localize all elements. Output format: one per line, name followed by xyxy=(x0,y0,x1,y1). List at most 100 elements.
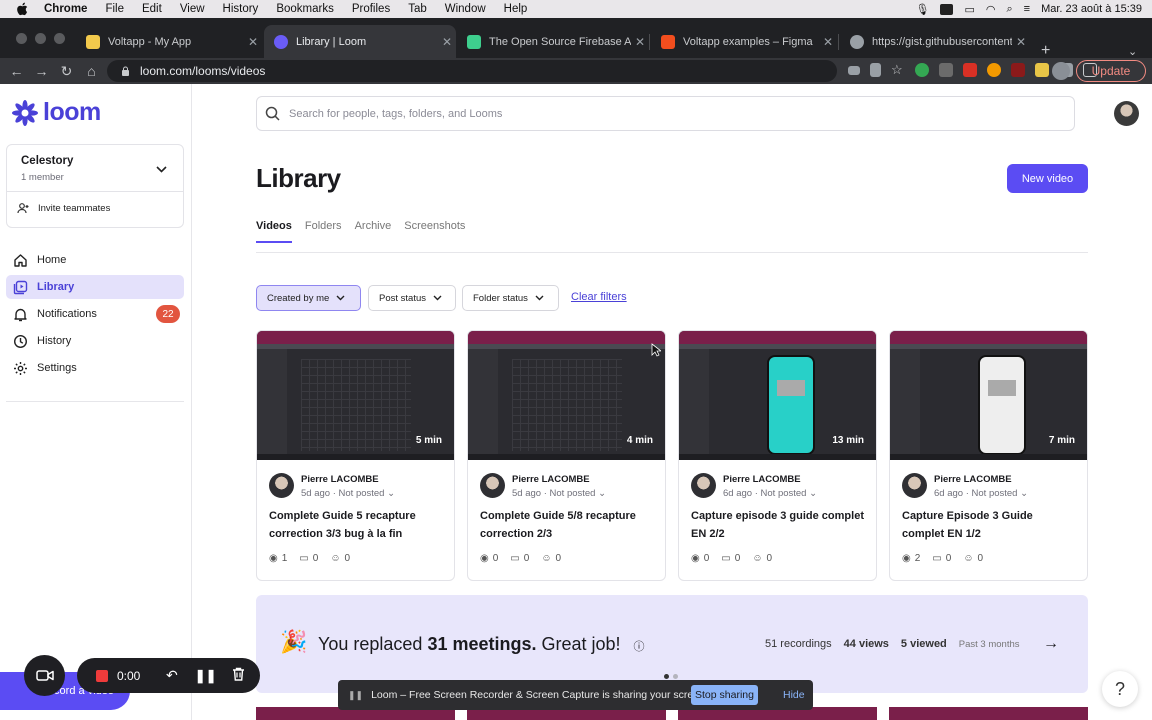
video-card[interactable]: 4 min Pierre LACOMBE 5d ago · Not posted… xyxy=(467,330,666,581)
minimize-window-button[interactable] xyxy=(35,33,46,44)
video-card[interactable]: 5 min Pierre LACOMBE 5d ago · Not posted… xyxy=(256,330,455,581)
video-thumbnail[interactable]: 4 min xyxy=(468,331,665,460)
wifi-icon[interactable]: ◠ xyxy=(986,3,996,16)
filter-folder-status[interactable]: Folder status xyxy=(462,285,559,311)
restart-icon[interactable]: ↶ xyxy=(166,667,178,684)
update-button[interactable]: Update xyxy=(1076,60,1146,82)
close-window-button[interactable] xyxy=(16,33,27,44)
video-thumbnail[interactable]: 13 min xyxy=(679,331,876,460)
menu-file[interactable]: File xyxy=(105,3,124,15)
search-input[interactable]: Search for people, tags, folders, and Lo… xyxy=(256,96,1075,131)
video-title[interactable]: Capture Episode 3 Guide complet EN 1/2 xyxy=(902,507,1078,543)
menubar-clock[interactable]: Mar. 23 août à 15:39 xyxy=(1041,3,1142,15)
apple-icon[interactable] xyxy=(16,2,30,16)
video-card[interactable]: 13 min Pierre LACOMBE 6d ago · Not poste… xyxy=(678,330,877,581)
close-tab-icon[interactable]: ✕ xyxy=(631,35,649,49)
menu-profiles[interactable]: Profiles xyxy=(352,3,390,15)
post-status-dropdown[interactable]: Not posted xyxy=(339,488,385,499)
sidebar-item-notifications[interactable]: Notifications 22 xyxy=(6,302,184,326)
menu-history[interactable]: History xyxy=(223,3,259,15)
camera-icon[interactable] xyxy=(848,66,860,75)
chevron-down-icon[interactable] xyxy=(156,160,167,178)
menu-edit[interactable]: Edit xyxy=(142,3,162,15)
hide-sharing-bar-button[interactable]: Hide xyxy=(783,689,805,701)
battery-icon[interactable]: ▭ xyxy=(964,3,974,16)
microphone-icon[interactable]: 🎙 xyxy=(916,3,930,16)
chevron-down-icon[interactable]: ⌄ xyxy=(809,488,817,499)
drag-handle-icon[interactable]: ❚❚ xyxy=(348,690,363,701)
home-icon[interactable]: ⌂ xyxy=(79,63,104,79)
orange-extension-icon[interactable] xyxy=(987,63,1001,77)
filter-post-status[interactable]: Post status xyxy=(368,285,456,311)
chevron-down-icon[interactable]: ⌄ xyxy=(387,488,395,499)
close-tab-icon[interactable]: ✕ xyxy=(244,35,262,49)
menu-tab[interactable]: Tab xyxy=(408,3,427,15)
close-tab-icon[interactable]: ✕ xyxy=(1012,35,1030,49)
stop-sharing-button[interactable]: Stop sharing xyxy=(691,685,758,705)
keyboard-input-icon[interactable] xyxy=(940,3,954,15)
browser-tab-figma[interactable]: Voltapp examples – Figma ✕ xyxy=(651,25,837,58)
facebook-extension-icon[interactable] xyxy=(939,63,953,77)
clear-filters-link[interactable]: Clear filters xyxy=(571,291,627,303)
menu-window[interactable]: Window xyxy=(445,3,486,15)
close-tab-icon[interactable]: ✕ xyxy=(438,35,456,49)
pen-extension-icon[interactable] xyxy=(1035,63,1049,77)
sidebar-item-history[interactable]: History xyxy=(6,329,184,353)
browser-tab-supabase[interactable]: The Open Source Firebase Alte ✕ xyxy=(457,25,649,58)
help-button[interactable]: ? xyxy=(1102,671,1138,707)
browser-tab-gist[interactable]: https://gist.githubusercontent... ✕ xyxy=(840,25,1030,58)
share-icon[interactable] xyxy=(870,63,881,77)
stop-recording-button[interactable] xyxy=(96,669,108,682)
post-status-dropdown[interactable]: Not posted xyxy=(972,488,1018,499)
tab-screenshots[interactable]: Screenshots xyxy=(404,220,465,243)
back-arrow-icon[interactable]: ← xyxy=(4,63,29,79)
video-title[interactable]: Complete Guide 5 recapture correction 3/… xyxy=(269,507,445,543)
video-card-peek[interactable] xyxy=(889,707,1088,720)
camera-toggle-button[interactable] xyxy=(24,655,65,696)
workspace-switcher[interactable]: Celestory 1 member Invite teammates xyxy=(6,144,184,228)
menu-app-chrome[interactable]: Chrome xyxy=(44,3,87,15)
new-video-button[interactable]: New video xyxy=(1007,164,1088,193)
menu-bookmarks[interactable]: Bookmarks xyxy=(276,3,334,15)
loom-extension-icon[interactable] xyxy=(915,63,929,77)
close-tab-icon[interactable]: ✕ xyxy=(819,35,837,49)
profile-avatar[interactable] xyxy=(1052,62,1070,80)
zoom-window-button[interactable] xyxy=(54,33,65,44)
address-bar[interactable]: loom.com/looms/videos xyxy=(107,60,837,82)
ublock-extension-icon[interactable] xyxy=(1011,63,1025,77)
tab-search-chevron-icon[interactable]: ⌄ xyxy=(1128,45,1137,58)
menu-help[interactable]: Help xyxy=(504,3,528,15)
spotlight-search-icon[interactable]: ⌕ xyxy=(1006,3,1012,16)
bookmark-star-icon[interactable]: ☆ xyxy=(891,63,905,77)
forward-arrow-icon[interactable]: → xyxy=(29,63,54,79)
sidebar-item-settings[interactable]: Settings xyxy=(6,356,184,380)
video-card[interactable]: 7 min Pierre LACOMBE 6d ago · Not posted… xyxy=(889,330,1088,581)
menu-view[interactable]: View xyxy=(180,3,205,15)
info-icon[interactable]: ⓘ xyxy=(634,641,645,653)
post-status-dropdown[interactable]: Not posted xyxy=(550,488,596,499)
reload-icon[interactable]: ↻ xyxy=(54,63,79,80)
sidebar-item-home[interactable]: Home xyxy=(6,248,184,272)
tab-archive[interactable]: Archive xyxy=(355,220,392,243)
carousel-dot-active[interactable] xyxy=(664,674,669,679)
tab-folders[interactable]: Folders xyxy=(305,220,342,243)
filter-created-by-me[interactable]: Created by me xyxy=(256,285,361,311)
video-thumbnail[interactable]: 5 min xyxy=(257,331,454,460)
invite-teammates-button[interactable]: Invite teammates xyxy=(17,203,110,214)
video-thumbnail[interactable]: 7 min xyxy=(890,331,1087,460)
pause-icon[interactable]: ❚❚ xyxy=(195,668,217,684)
browser-tab-voltapp[interactable]: Voltapp - My App ✕ xyxy=(76,25,262,58)
trash-icon[interactable] xyxy=(232,667,245,684)
red-extension-icon[interactable] xyxy=(963,63,977,77)
sidebar-item-library[interactable]: Library xyxy=(6,275,184,299)
user-avatar[interactable] xyxy=(1114,101,1139,126)
post-status-dropdown[interactable]: Not posted xyxy=(761,488,807,499)
tab-videos[interactable]: Videos xyxy=(256,220,292,243)
video-title[interactable]: Capture episode 3 guide complet EN 2/2 xyxy=(691,507,867,543)
loom-logo[interactable]: loom xyxy=(12,98,101,127)
control-center-icon[interactable]: ≡ xyxy=(1024,3,1030,15)
arrow-right-icon[interactable]: → xyxy=(1043,635,1059,653)
video-title[interactable]: Complete Guide 5/8 recapture correction … xyxy=(480,507,656,543)
browser-tab-loom-library[interactable]: Library | Loom ✕ xyxy=(264,25,456,58)
carousel-dot[interactable] xyxy=(673,674,678,679)
